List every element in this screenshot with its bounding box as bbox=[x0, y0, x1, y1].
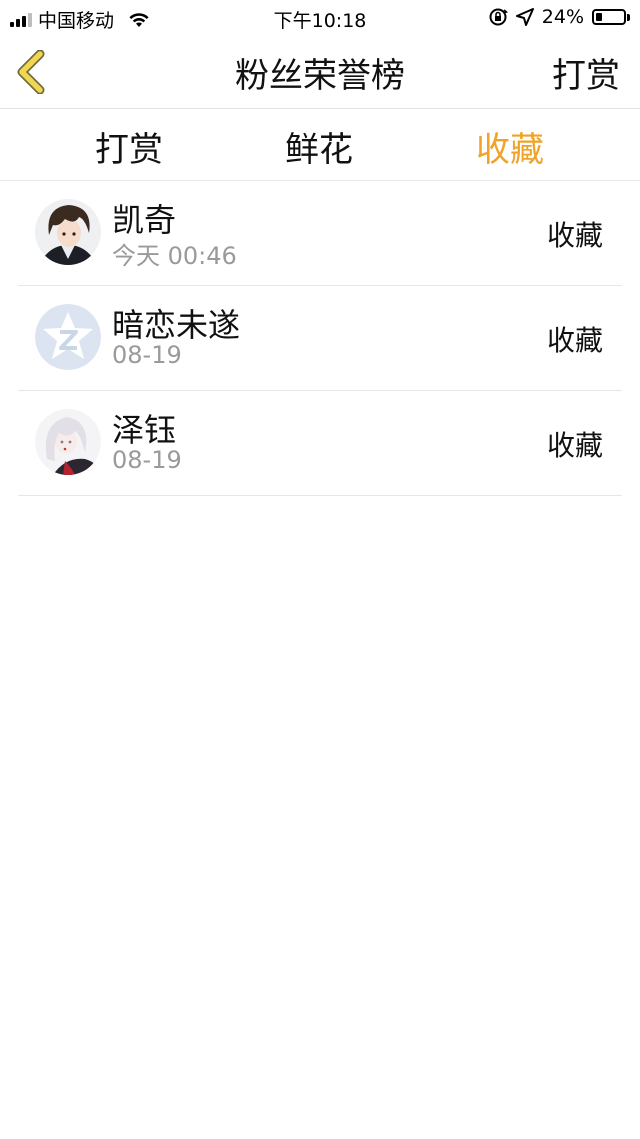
fan-time: 今天 00:46 bbox=[112, 242, 237, 270]
list-item[interactable]: 凯奇 今天 00:46 收藏 bbox=[0, 181, 640, 286]
row-divider bbox=[18, 495, 622, 496]
orientation-lock-icon bbox=[489, 8, 508, 26]
fan-name: 泽钰 bbox=[112, 411, 177, 449]
fan-time: 08-19 bbox=[112, 341, 182, 369]
favorite-label: 收藏 bbox=[546, 219, 603, 252]
page-title: 粉丝荣誉榜 bbox=[235, 56, 405, 96]
favorite-label: 收藏 bbox=[546, 429, 603, 462]
list-item[interactable]: 泽钰 08-19 收藏 bbox=[0, 391, 640, 496]
anime-white-hair-avatar bbox=[35, 409, 101, 475]
tab-reward[interactable]: 打赏 bbox=[95, 122, 163, 171]
battery-percent: 24% bbox=[541, 6, 584, 28]
battery-icon bbox=[592, 9, 630, 25]
fan-time: 08-19 bbox=[112, 446, 182, 474]
status-bar: 中国移动 下午10:18 24% bbox=[0, 0, 640, 36]
tab-flowers[interactable]: 鲜花 bbox=[285, 122, 353, 171]
fan-name: 凯奇 bbox=[112, 201, 177, 239]
location-arrow-icon bbox=[515, 8, 534, 26]
fan-list: 凯奇 今天 00:46 收藏 暗恋未遂 08-19 收藏 泽钰 08-19 收藏 bbox=[0, 181, 640, 496]
favorite-label: 收藏 bbox=[546, 324, 603, 357]
default-star-avatar bbox=[35, 304, 101, 370]
status-right: 24% bbox=[488, 6, 630, 28]
anime-boy-avatar bbox=[35, 199, 101, 265]
fan-name: 暗恋未遂 bbox=[112, 306, 241, 344]
reward-button[interactable]: 打赏 bbox=[552, 48, 620, 97]
list-item[interactable]: 暗恋未遂 08-19 收藏 bbox=[0, 286, 640, 391]
tab-bar: 打赏 鲜花 收藏 bbox=[0, 109, 640, 180]
tab-favorites[interactable]: 收藏 bbox=[476, 122, 544, 171]
nav-header: 粉丝荣誉榜 打赏 bbox=[0, 36, 640, 108]
